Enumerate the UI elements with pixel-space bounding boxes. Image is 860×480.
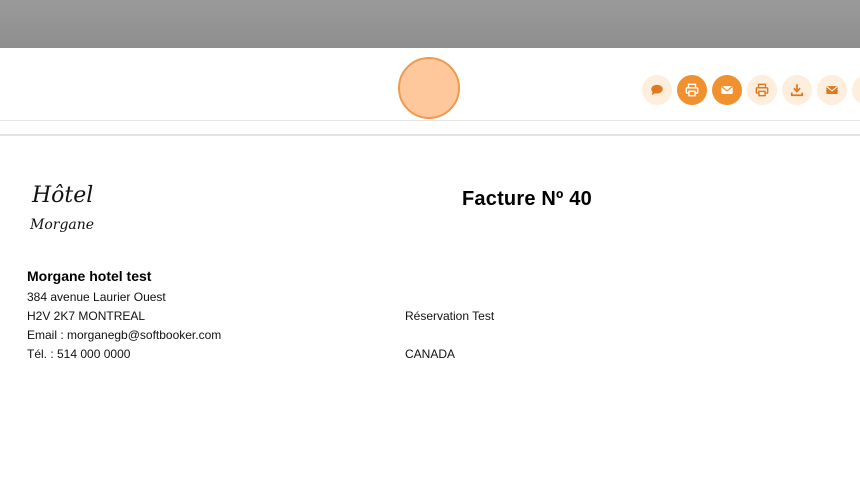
download-button[interactable] (782, 75, 812, 105)
email-button[interactable] (712, 75, 742, 105)
comment-icon (651, 84, 663, 96)
browser-top-bar (0, 0, 860, 48)
print-icon (685, 83, 699, 97)
client-country: CANADA (405, 347, 456, 361)
email-alt-button[interactable] (817, 75, 847, 105)
hotel-logo: Hôtel Morgane (29, 183, 94, 233)
hotel-email: Email : morganegb@softbooker.com (27, 328, 222, 342)
logo-line-2: Morgane (29, 217, 94, 233)
client-name: Réservation Test (405, 309, 495, 323)
hotel-phone: Tél. : 514 000 0000 (27, 347, 131, 361)
logo-line-1: Hôtel (31, 183, 93, 208)
hotel-address: 384 avenue Laurier Ouest (27, 290, 166, 304)
envelope-icon (721, 86, 733, 94)
hotel-postal-city: H2V 2K7 MONTREAL (27, 309, 146, 323)
print-alt-button[interactable] (747, 75, 777, 105)
envelope-icon (826, 86, 838, 94)
click-indicator (398, 57, 460, 119)
hotel-name: Morgane hotel test (27, 268, 152, 284)
download-icon (790, 84, 804, 97)
invoice-title: Facture Nº 40 (462, 188, 592, 210)
toolbar-divider (0, 134, 860, 136)
print-icon (755, 83, 769, 97)
print-button[interactable] (677, 75, 707, 105)
comment-button[interactable] (642, 75, 672, 105)
